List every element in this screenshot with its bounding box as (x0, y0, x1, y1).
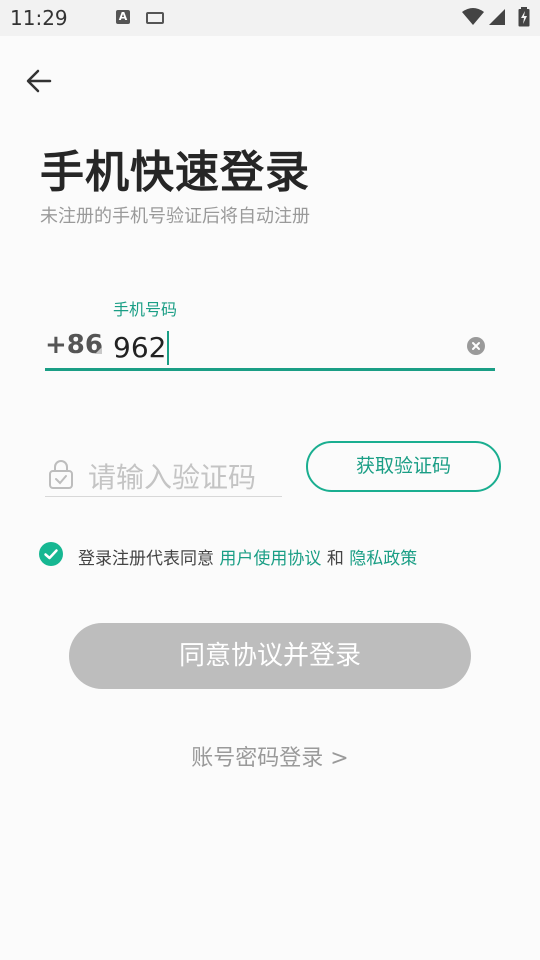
wifi-icon (462, 8, 484, 25)
code-input-underline (45, 496, 282, 497)
font-notification-icon: A (116, 10, 130, 24)
text-caret (167, 331, 170, 365)
agreement-prefix: 登录注册代表同意 (78, 549, 214, 569)
status-time: 11:29 (10, 6, 68, 30)
clear-icon[interactable] (467, 337, 485, 355)
agreement-and: 和 (326, 549, 344, 569)
verification-code-input[interactable]: 请输入验证码 (88, 456, 256, 496)
password-login-link[interactable]: 账号密码登录 > (0, 740, 540, 772)
page-subtitle: 未注册的手机号验证后将自动注册 (40, 206, 310, 227)
terms-link[interactable]: 用户使用协议 (219, 549, 321, 569)
check-icon (44, 549, 58, 560)
get-code-button[interactable]: 获取验证码 (306, 441, 501, 492)
lock-icon (49, 460, 73, 489)
agreement-checkbox[interactable] (39, 542, 63, 566)
status-bar: 11:29 A (0, 0, 540, 36)
phone-field-label: 手机号码 (113, 300, 178, 319)
privacy-link[interactable]: 隐私政策 (349, 549, 417, 569)
battery-icon (518, 7, 530, 27)
login-button[interactable]: 同意协议并登录 (69, 623, 471, 689)
keyboard-icon (146, 12, 164, 24)
phone-input[interactable]: 962 (113, 331, 170, 367)
phone-input-value: 962 (113, 331, 167, 364)
signal-icon (489, 9, 505, 25)
agreement-text: 登录注册代表同意 用户使用协议 和 隐私政策 (78, 544, 417, 569)
country-code-dropdown-icon (95, 347, 102, 354)
page-title: 手机快速登录 (40, 147, 310, 198)
back-arrow-icon[interactable] (24, 66, 54, 96)
country-code-selector[interactable]: +86 (45, 330, 103, 360)
phone-input-underline (45, 368, 495, 371)
